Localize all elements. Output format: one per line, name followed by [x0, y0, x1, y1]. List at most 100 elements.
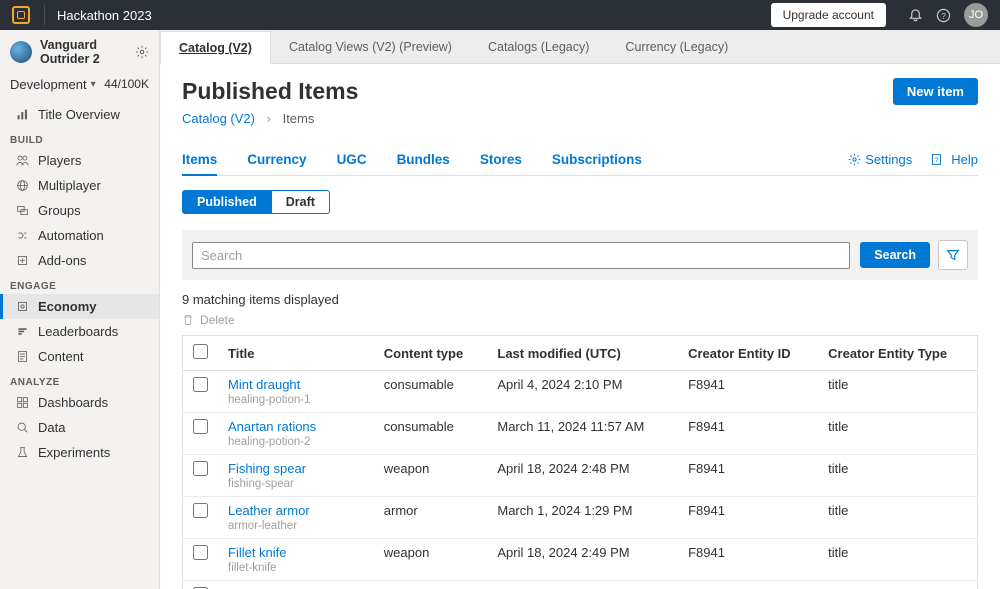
brand-logo-icon: [12, 6, 30, 24]
sidebar-item-addons[interactable]: Add-ons: [0, 248, 159, 273]
col-title[interactable]: Title: [218, 336, 374, 371]
sidebar-item-experiments[interactable]: Experiments: [0, 440, 159, 465]
notifications-icon[interactable]: [902, 2, 928, 28]
row-checkbox[interactable]: [193, 377, 208, 392]
subtab-bundles[interactable]: Bundles: [397, 144, 450, 175]
settings-link[interactable]: Settings: [848, 152, 912, 167]
pill-draft[interactable]: Draft: [272, 190, 330, 214]
cell-content-type: weapon: [374, 455, 488, 497]
row-checkbox[interactable]: [193, 461, 208, 476]
item-title-link[interactable]: Leather armor: [228, 503, 364, 518]
table-row: Anartan short swordanartan-swordweaponAp…: [183, 581, 978, 589]
subtab-stores[interactable]: Stores: [480, 144, 522, 175]
cell-content-type: armor: [374, 497, 488, 539]
new-item-button[interactable]: New item: [893, 78, 978, 105]
help-icon[interactable]: ?: [930, 2, 956, 28]
globe-icon: [14, 179, 30, 192]
workspace-title: Hackathon 2023: [57, 8, 152, 23]
sidebar-item-players[interactable]: Players: [0, 148, 159, 173]
item-subtitle: healing-potion-2: [228, 436, 364, 448]
sidebar-item-label: Economy: [38, 299, 97, 314]
sidebar-item-dashboards[interactable]: Dashboards: [0, 390, 159, 415]
pill-published[interactable]: Published: [182, 190, 272, 214]
cell-creator-id: F8941: [678, 455, 818, 497]
groups-icon: [14, 204, 30, 217]
item-subtitle: armor-leather: [228, 520, 364, 532]
col-creator-type[interactable]: Creator Entity Type: [818, 336, 977, 371]
row-checkbox[interactable]: [193, 545, 208, 560]
subtab-items[interactable]: Items: [182, 144, 217, 175]
subtab-subscriptions[interactable]: Subscriptions: [552, 144, 642, 175]
subtabs: Items Currency UGC Bundles Stores Subscr…: [182, 144, 978, 176]
cell-content-type: weapon: [374, 539, 488, 581]
delete-action: Delete: [182, 313, 978, 327]
upgrade-account-button[interactable]: Upgrade account: [771, 3, 886, 27]
search-input[interactable]: [192, 242, 850, 269]
subtab-currency[interactable]: Currency: [247, 144, 306, 175]
tab-catalog-views-v2[interactable]: Catalog Views (V2) (Preview): [271, 31, 470, 63]
delete-label: Delete: [200, 313, 235, 327]
sidebar-item-label: Groups: [38, 203, 81, 218]
sidebar-item-multiplayer[interactable]: Multiplayer: [0, 173, 159, 198]
chart-icon: [14, 108, 30, 121]
subtab-ugc[interactable]: UGC: [337, 144, 367, 175]
sidebar-item-label: Data: [38, 420, 65, 435]
main-panel: Catalog (V2) Catalog Views (V2) (Preview…: [160, 30, 1000, 589]
tab-catalog-v2[interactable]: Catalog (V2): [160, 31, 271, 64]
environment-label: Development: [10, 77, 87, 92]
sidebar-item-title-overview[interactable]: Title Overview: [0, 102, 159, 127]
select-all-checkbox[interactable]: [193, 344, 208, 359]
cell-creator-id: F8941: [678, 371, 818, 413]
sidebar-item-leaderboards[interactable]: Leaderboards: [0, 319, 159, 344]
sidebar-item-automation[interactable]: Automation: [0, 223, 159, 248]
sidebar-item-content[interactable]: Content: [0, 344, 159, 369]
row-checkbox[interactable]: [193, 503, 208, 518]
cell-last-modified: April 18, 2024 2:48 PM: [487, 455, 678, 497]
sidebar-item-economy[interactable]: Economy: [0, 294, 159, 319]
sidebar-section-build: BUILD: [0, 127, 159, 148]
items-table: Title Content type Last modified (UTC) C…: [182, 335, 978, 589]
search-button[interactable]: Search: [860, 242, 930, 268]
usage-count: 44/100K: [104, 77, 149, 91]
content-icon: [14, 350, 30, 363]
tab-catalogs-legacy[interactable]: Catalogs (Legacy): [470, 31, 607, 63]
trash-icon: [182, 314, 194, 326]
col-last-modified[interactable]: Last modified (UTC): [487, 336, 678, 371]
col-content-type[interactable]: Content type: [374, 336, 488, 371]
cell-creator-id: F8941: [678, 413, 818, 455]
cell-content-type: consumable: [374, 413, 488, 455]
col-creator-id[interactable]: Creator Entity ID: [678, 336, 818, 371]
cell-creator-type: title: [818, 413, 977, 455]
cell-content-type: consumable: [374, 371, 488, 413]
breadcrumb-catalog[interactable]: Catalog (V2): [182, 111, 255, 126]
chevron-right-icon: ›: [267, 111, 271, 126]
tab-currency-legacy[interactable]: Currency (Legacy): [607, 31, 746, 63]
environment-selector[interactable]: Development ▾ 44/100K: [0, 73, 159, 102]
sidebar-item-data[interactable]: Data: [0, 415, 159, 440]
item-title-link[interactable]: Fishing spear: [228, 461, 364, 476]
cell-creator-type: title: [818, 539, 977, 581]
row-checkbox[interactable]: [193, 419, 208, 434]
cell-last-modified: April 4, 2024 2:10 PM: [487, 371, 678, 413]
sidebar-item-groups[interactable]: Groups: [0, 198, 159, 223]
cell-creator-id: F8941: [678, 581, 818, 589]
item-title-link[interactable]: Fillet knife: [228, 545, 364, 560]
automation-icon: [14, 229, 30, 242]
cell-creator-id: F8941: [678, 539, 818, 581]
project-name: Vanguard Outrider 2: [40, 38, 100, 67]
table-row: Mint draughthealing-potion-1consumableAp…: [183, 371, 978, 413]
sidebar: Vanguard Outrider 2 Development ▾ 44/100…: [0, 30, 160, 589]
item-title-link[interactable]: Mint draught: [228, 377, 364, 392]
item-title-link[interactable]: Anartan rations: [228, 419, 364, 434]
user-avatar[interactable]: JO: [964, 3, 988, 27]
dashboards-icon: [14, 396, 30, 409]
filter-button[interactable]: [938, 240, 968, 270]
settings-label: Settings: [865, 152, 912, 167]
table-row: Fishing spearfishing-spearweaponApril 18…: [183, 455, 978, 497]
sidebar-item-label: Title Overview: [38, 107, 120, 122]
cell-last-modified: March 11, 2024 11:57 AM: [487, 413, 678, 455]
cell-creator-type: title: [818, 497, 977, 539]
help-link[interactable]: ? Help: [930, 152, 978, 167]
project-settings-gear-icon[interactable]: [135, 45, 149, 59]
cell-last-modified: April 18, 2024 2:49 PM: [487, 581, 678, 589]
